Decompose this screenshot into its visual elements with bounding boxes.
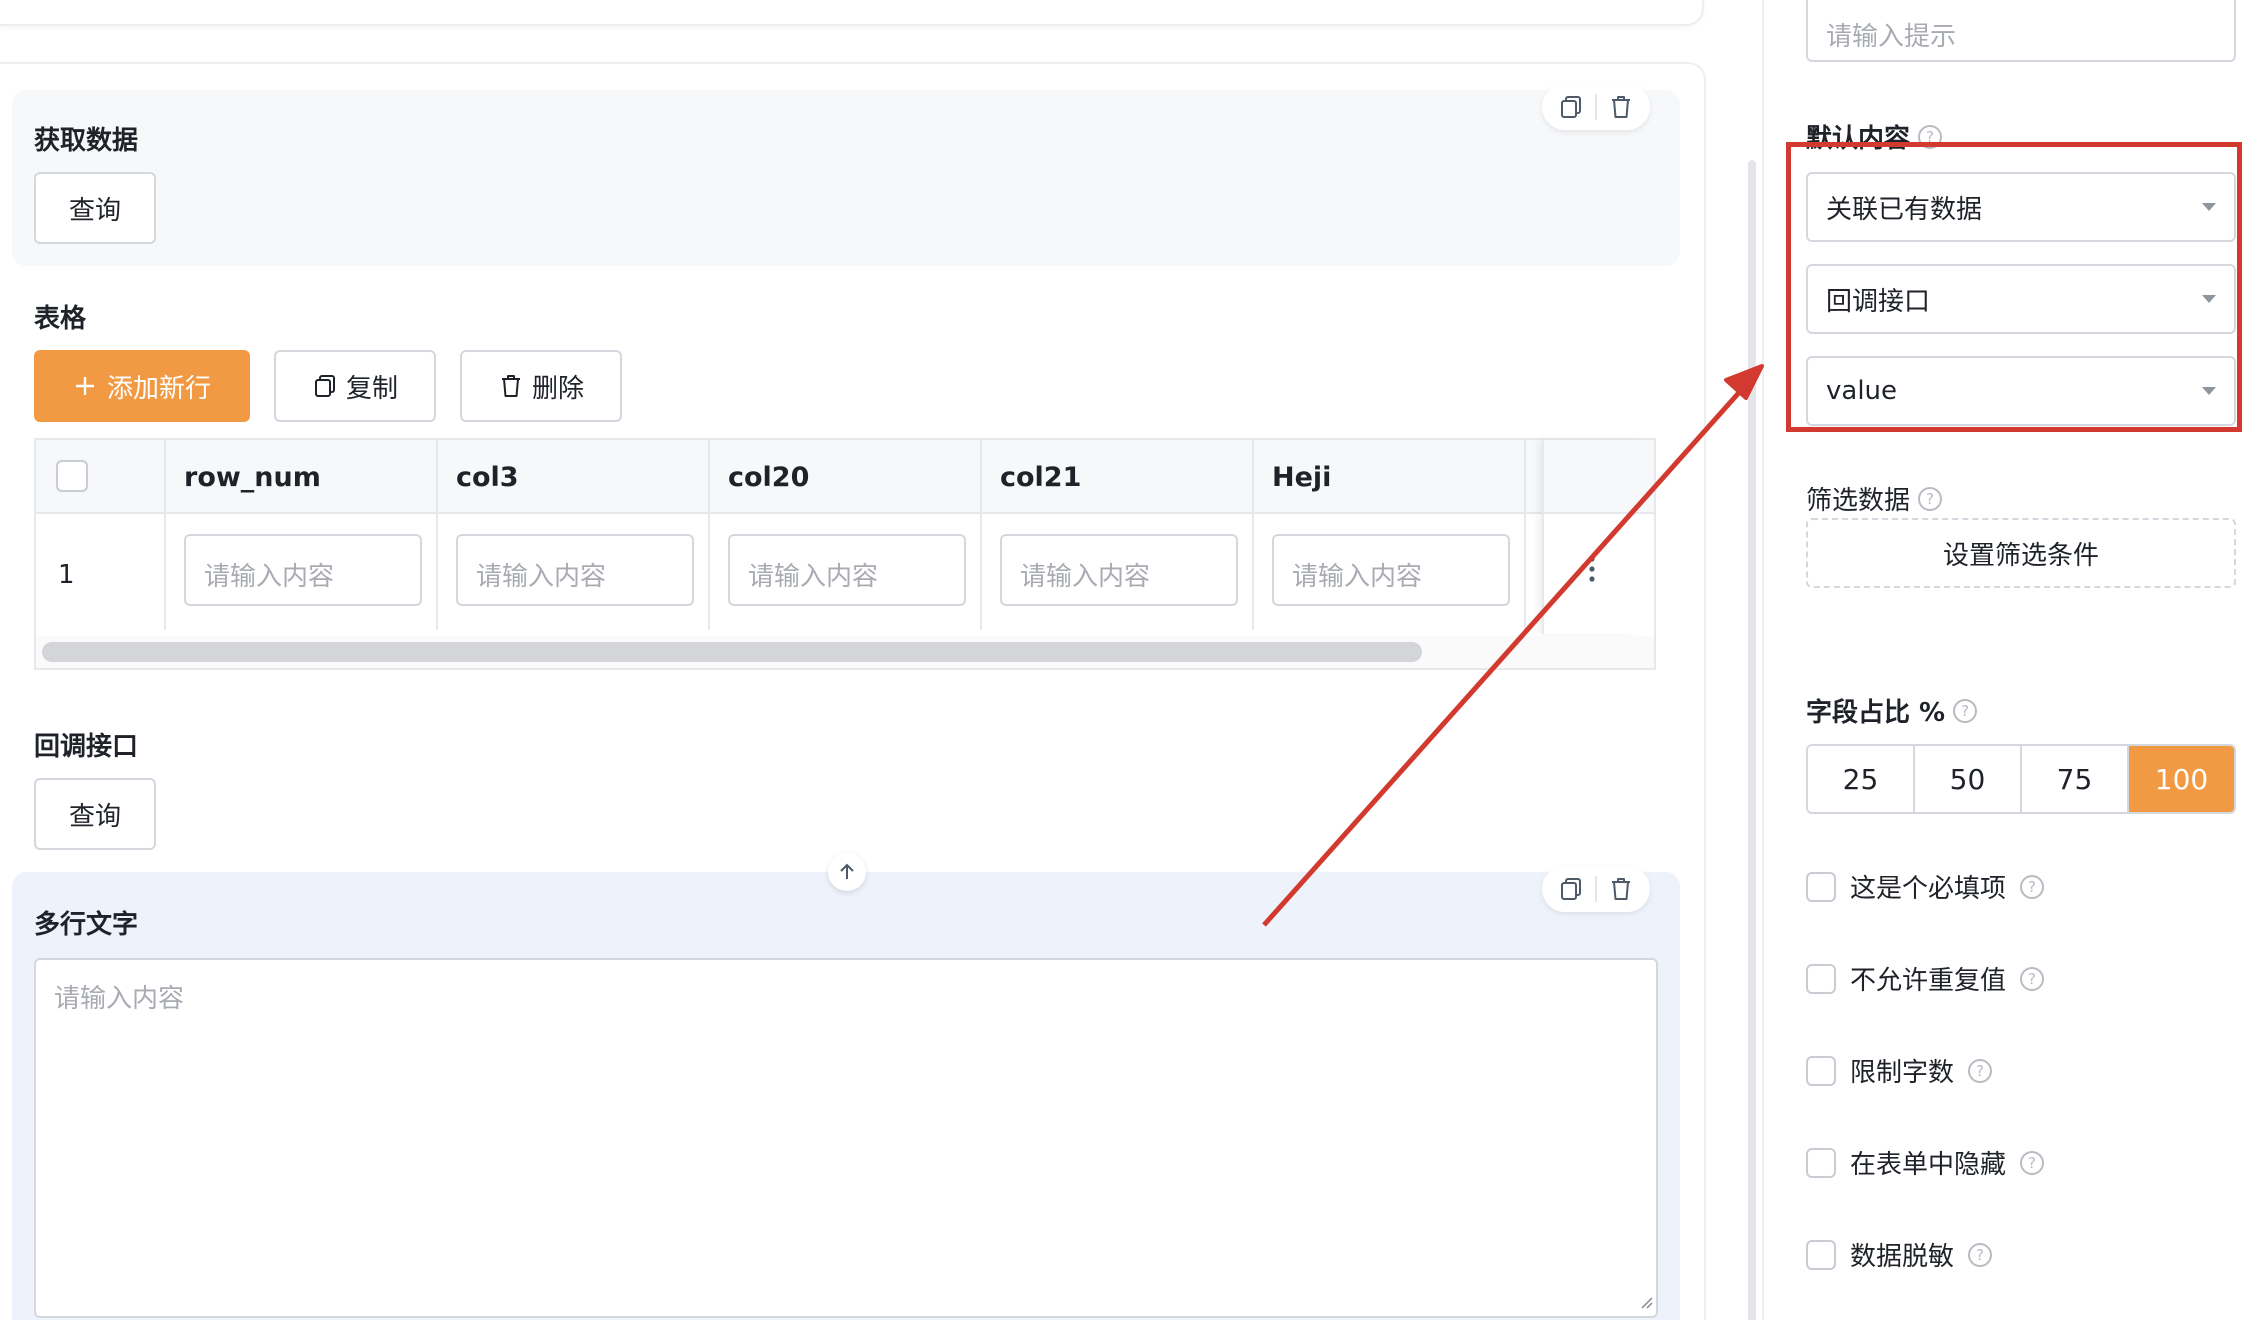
fetch-data-field[interactable]: [12, 90, 1680, 266]
data-masking-option[interactable]: 数据脱敏 ?: [1806, 1236, 1993, 1273]
field-width-label-text: 字段占比 %: [1806, 698, 1946, 728]
add-row-button[interactable]: 添加新行: [34, 350, 250, 422]
plus-icon: [75, 377, 94, 395]
no-duplicate-label: 不允许重复值: [1850, 966, 2007, 996]
cell-input[interactable]: 请输入内容: [1000, 534, 1238, 606]
no-duplicate-option[interactable]: 不允许重复值 ?: [1806, 960, 2045, 997]
delete-row-button[interactable]: 删除: [460, 350, 622, 422]
cell-input[interactable]: 请输入内容: [184, 534, 422, 606]
hide-in-form-option[interactable]: 在表单中隐藏 ?: [1806, 1144, 2045, 1181]
question-icon[interactable]: ?: [1918, 486, 1943, 511]
column-header[interactable]: col20: [728, 462, 809, 493]
canvas-scrollbar[interactable]: [1748, 160, 1756, 1320]
scrollbar-thumb[interactable]: [42, 642, 1422, 662]
row-index: 1: [58, 560, 75, 590]
table-title: 表格: [34, 304, 87, 334]
question-icon[interactable]: ?: [2020, 1150, 2045, 1175]
no-duplicate-checkbox[interactable]: [1806, 963, 1836, 994]
copy-icon[interactable]: [1556, 92, 1586, 122]
required-label: 这是个必填项: [1850, 874, 2007, 904]
column-col3: col3 请输入内容: [438, 440, 710, 630]
arrow-up-icon[interactable]: [828, 853, 866, 891]
add-row-label: 添加新行: [106, 373, 211, 404]
column-header[interactable]: col21: [1000, 462, 1081, 493]
question-icon[interactable]: ?: [2020, 966, 2045, 991]
row-actions-column: [1542, 440, 1638, 634]
resize-grip-icon[interactable]: [1638, 1294, 1654, 1310]
data-masking-label: 数据脱敏: [1850, 1242, 1955, 1272]
column-header[interactable]: Heji: [1272, 462, 1331, 493]
filter-data-label: 筛选数据 ?: [1806, 480, 1943, 517]
column-col20: col20 请输入内容: [710, 440, 982, 630]
width-option-50[interactable]: 50: [1915, 746, 2022, 812]
delete-row-label: 删除: [531, 373, 584, 404]
cell-input[interactable]: 请输入内容: [728, 534, 966, 606]
field-width-label: 字段占比 % ?: [1806, 692, 1978, 729]
copy-icon: [314, 375, 335, 397]
callback-query-button[interactable]: 查询: [34, 778, 156, 850]
select-all-checkbox[interactable]: [56, 460, 88, 492]
limit-length-checkbox[interactable]: [1806, 1055, 1836, 1086]
form-canvas: 获取数据 查询 表格 添加新行 复制 删除 1 row_num 请输入内容 co…: [0, 0, 1760, 1320]
field-width-segmented: 25 50 75 100: [1806, 744, 2236, 814]
column-col21: col21 请输入内容: [982, 440, 1254, 630]
width-option-75[interactable]: 75: [2022, 746, 2129, 812]
callback-title: 回调接口: [34, 732, 139, 762]
multiline-textarea[interactable]: 请输入内容: [34, 958, 1658, 1318]
copy-row-label: 复制: [345, 373, 398, 404]
question-icon[interactable]: ?: [1968, 1242, 1993, 1267]
width-option-25[interactable]: 25: [1808, 746, 1915, 812]
copy-row-button[interactable]: 复制: [274, 350, 436, 422]
column-header[interactable]: row_num: [184, 462, 321, 493]
cell-input[interactable]: 请输入内容: [1272, 534, 1510, 606]
multiline-title: 多行文字: [34, 910, 139, 940]
previous-field-card[interactable]: [0, 0, 1704, 26]
copy-icon[interactable]: [1556, 874, 1586, 904]
required-option[interactable]: 这是个必填项 ?: [1806, 868, 2045, 905]
more-vertical-icon[interactable]: [1584, 554, 1600, 584]
width-option-100[interactable]: 100: [2129, 746, 2234, 812]
table-horizontal-scrollbar[interactable]: [36, 636, 1654, 668]
data-masking-checkbox[interactable]: [1806, 1239, 1836, 1270]
hide-in-form-checkbox[interactable]: [1806, 1147, 1836, 1178]
question-icon[interactable]: ?: [2020, 874, 2045, 899]
fetch-field-toolbar: [1542, 84, 1650, 130]
hide-in-form-label: 在表单中隐藏: [1850, 1150, 2007, 1180]
required-checkbox[interactable]: [1806, 871, 1836, 902]
trash-icon[interactable]: [1606, 874, 1636, 904]
column-heji: Heji 请输入内容: [1254, 440, 1526, 630]
limit-length-label: 限制字数: [1850, 1058, 1955, 1088]
set-filter-button[interactable]: 设置筛选条件: [1806, 518, 2236, 588]
limit-length-option[interactable]: 限制字数 ?: [1806, 1052, 1993, 1089]
multiline-field-toolbar: [1542, 866, 1650, 912]
filter-data-label-text: 筛选数据: [1806, 486, 1911, 516]
hint-input[interactable]: 请输入提示: [1806, 0, 2236, 62]
column-header[interactable]: col3: [456, 462, 519, 493]
select-column: 1: [36, 440, 166, 630]
trash-icon: [501, 375, 520, 397]
fetch-data-title: 获取数据: [34, 126, 139, 156]
annotation-highlight-box: [1786, 142, 2242, 432]
question-icon[interactable]: ?: [1953, 698, 1978, 723]
column-row-num: row_num 请输入内容: [166, 440, 438, 630]
trash-icon[interactable]: [1606, 92, 1636, 122]
question-icon[interactable]: ?: [1968, 1058, 1993, 1083]
cell-input[interactable]: 请输入内容: [456, 534, 694, 606]
data-table: 1 row_num 请输入内容 col3 请输入内容 col20 请输入内容 c…: [34, 438, 1656, 670]
fetch-query-button[interactable]: 查询: [34, 172, 156, 244]
